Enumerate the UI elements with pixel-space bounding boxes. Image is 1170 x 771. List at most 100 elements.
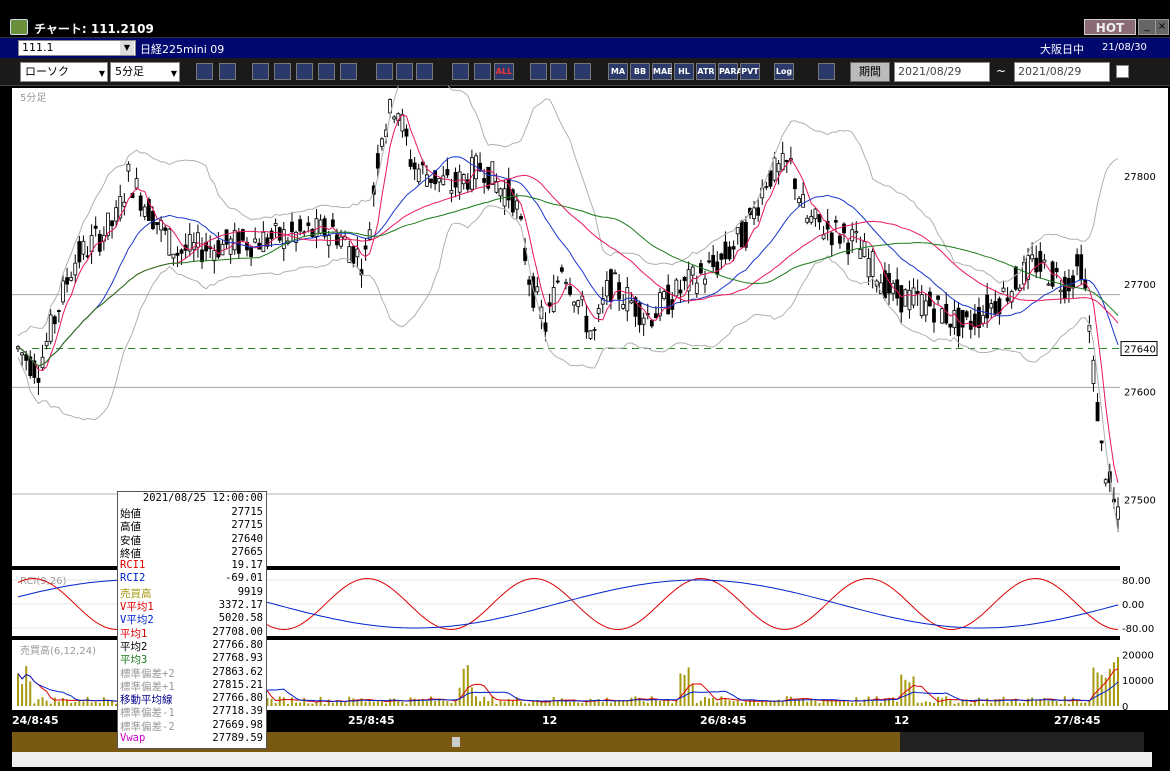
volume-bar <box>41 697 44 706</box>
candle-body <box>1071 275 1075 289</box>
indicator-mae-button[interactable]: MAE <box>652 63 673 80</box>
tooltip-row: 標準偏差-2 27669.98 <box>118 719 266 733</box>
volume-bar <box>278 696 281 706</box>
crosshair-icon[interactable] <box>219 63 236 80</box>
volume-bar <box>859 703 862 706</box>
candle-body <box>453 172 458 188</box>
volume-bar <box>699 700 702 706</box>
symbol-input[interactable]: 111.1 <box>18 40 136 56</box>
arrow-icon[interactable] <box>416 63 433 80</box>
chart-type-select[interactable]: ローソク ▼ <box>20 62 108 82</box>
y-axis-tick: 27800 <box>1124 172 1156 183</box>
volume-bar <box>368 701 371 706</box>
interval-select[interactable]: 5分足 ▼ <box>110 62 180 82</box>
minimize-icon[interactable]: _ <box>1138 19 1156 35</box>
date-checkbox[interactable] <box>1116 65 1129 78</box>
cursor-icon[interactable] <box>396 63 413 80</box>
volume-bar <box>1022 702 1025 706</box>
candle-body <box>232 229 237 251</box>
volume-bar <box>990 703 993 706</box>
tool-icon-6[interactable] <box>318 63 335 80</box>
drawing-tool-icon-1[interactable] <box>530 63 547 80</box>
volume-bar <box>446 701 449 706</box>
from-date-input[interactable]: 2021/08/29 <box>894 62 990 82</box>
interval-value: 5分足 <box>115 65 144 78</box>
y-axis-tick: 27500 <box>1124 495 1156 506</box>
screenshot-icon[interactable] <box>818 63 835 80</box>
hot-button[interactable]: HOT <box>1084 19 1136 35</box>
indicator-pvt-button[interactable]: PVT <box>740 63 760 80</box>
volume-bar <box>70 702 73 706</box>
candle-body <box>572 301 577 306</box>
tooltip-row: Vwap 27789.59 <box>118 732 266 745</box>
line-draw-icon[interactable] <box>376 63 393 80</box>
volume-axis-tick: 10000 <box>1122 676 1154 687</box>
volume-bar <box>708 698 711 706</box>
volume-bar <box>401 701 404 706</box>
indicator-bb-button[interactable]: BB <box>630 63 650 80</box>
candle-body <box>416 168 421 183</box>
volume-bar <box>37 699 40 706</box>
candle-body <box>641 317 646 325</box>
candle-body <box>351 246 356 264</box>
candle-body <box>678 289 683 294</box>
tool-icon-7[interactable] <box>340 63 357 80</box>
volume-bar <box>307 703 310 706</box>
y-axis-tick: 27600 <box>1124 388 1156 399</box>
close-icon[interactable]: × <box>1155 19 1169 35</box>
volume-bar <box>1063 696 1066 706</box>
tooltip-value: 27863.62 <box>212 665 263 678</box>
volume-bar <box>49 703 52 706</box>
volume-bar <box>393 698 396 706</box>
tool-icon-3[interactable] <box>252 63 269 80</box>
zoom-icon[interactable] <box>196 63 213 80</box>
volume-bar <box>573 701 576 706</box>
volume-bar <box>21 684 24 706</box>
volume-bar <box>340 701 343 706</box>
indicator-hl-button[interactable]: HL <box>674 63 694 80</box>
volume-bar <box>303 697 306 706</box>
volume-bar <box>442 700 445 706</box>
candle-body <box>445 169 450 176</box>
volume-bar <box>932 702 935 706</box>
volume-bar <box>920 702 923 706</box>
candle-body <box>1095 401 1100 422</box>
candle-body <box>739 220 744 248</box>
tool-icon-5[interactable] <box>296 63 313 80</box>
drawing-tool-icon-3[interactable] <box>574 63 591 80</box>
candle-body <box>375 153 380 169</box>
volume-bar <box>344 702 347 706</box>
candle-body <box>952 310 957 329</box>
volume-bar <box>740 702 743 706</box>
candle-body <box>551 287 556 312</box>
window-title: チャート: 111.2109 <box>34 22 154 36</box>
volume-bar <box>57 701 60 706</box>
candle-body <box>69 277 74 281</box>
volume-bar <box>642 701 645 706</box>
volume-bar <box>45 700 48 706</box>
volume-bar <box>511 699 514 706</box>
candle-icon-2[interactable] <box>474 63 491 80</box>
candle-body <box>425 174 429 187</box>
volume-bar <box>462 668 465 706</box>
tool-icon-4[interactable] <box>274 63 291 80</box>
x-axis-tick: 12 <box>542 714 557 727</box>
to-date-input[interactable]: 2021/08/29 <box>1014 62 1110 82</box>
indicator-log-button[interactable]: Log <box>774 63 794 80</box>
indicator-ma-button[interactable]: MA <box>608 63 628 80</box>
volume-bar <box>1100 674 1103 706</box>
symbol-dropdown-icon[interactable]: ▼ <box>120 41 134 55</box>
all-button[interactable]: ALL <box>494 63 514 80</box>
candle-body <box>273 223 278 226</box>
period-button[interactable]: 期間 <box>850 62 890 82</box>
indicator-para-button[interactable]: PARA <box>718 63 743 80</box>
indicator-atr-button[interactable]: ATR <box>696 63 716 80</box>
candle-body <box>212 250 217 262</box>
drawing-tool-icon-2[interactable] <box>550 63 567 80</box>
candle-body <box>707 260 711 263</box>
volume-bar <box>851 702 854 706</box>
candle-body <box>870 251 875 277</box>
volume-bar <box>532 701 535 706</box>
candle-body <box>380 138 384 147</box>
candle-icon-1[interactable] <box>452 63 469 80</box>
